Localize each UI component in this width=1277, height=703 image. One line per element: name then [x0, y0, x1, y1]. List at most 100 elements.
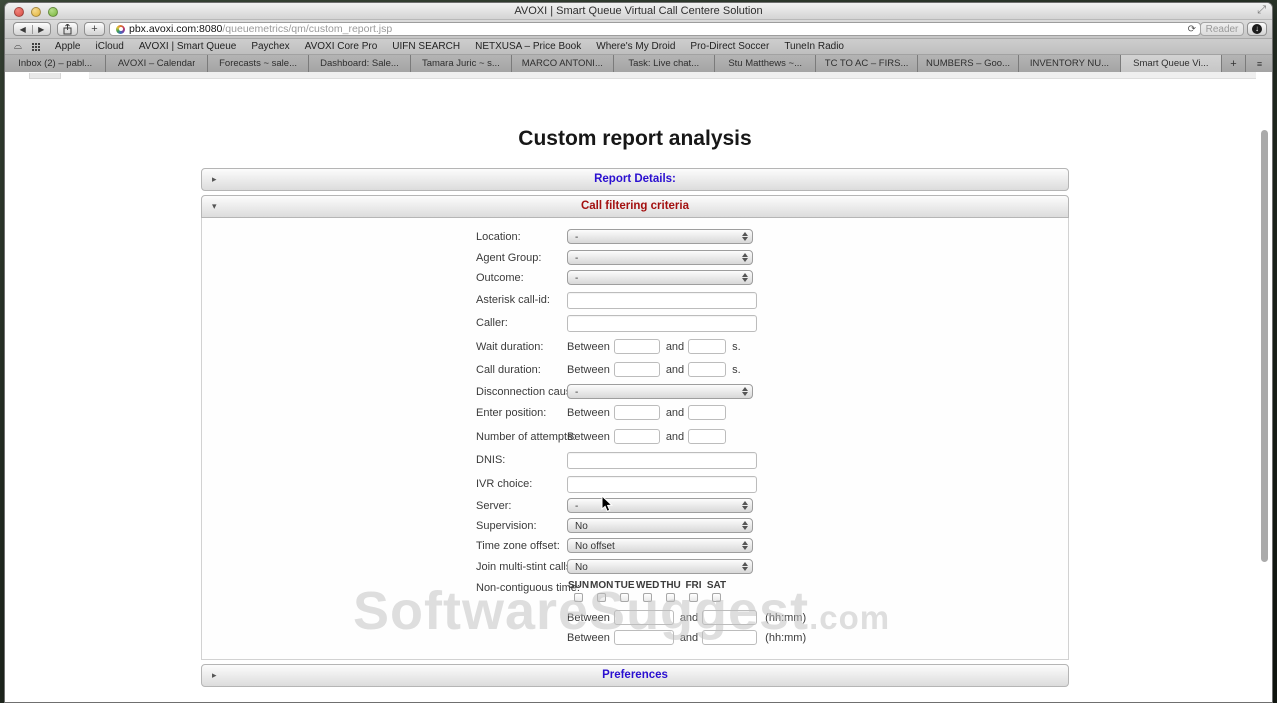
browser-tab[interactable]: Task: Live chat... — [614, 55, 715, 72]
section-header-report-details[interactable]: ▸ Report Details: — [201, 168, 1069, 191]
browser-tab[interactable]: Inbox (2) – pabl... — [5, 55, 106, 72]
dropdown-select[interactable]: No — [567, 518, 753, 533]
back-button[interactable]: ◀ — [14, 25, 33, 34]
dropdown-stepper-icon — [742, 387, 748, 396]
weekday-checkboxes — [567, 593, 728, 602]
tab-overview-button[interactable]: ≡ — [1246, 55, 1272, 72]
forward-button[interactable]: ▶ — [33, 25, 51, 34]
range-to-input[interactable] — [688, 429, 726, 444]
section-label: Call filtering criteria — [202, 200, 1068, 212]
range-from-input[interactable] — [614, 429, 660, 444]
reading-list-icon[interactable]: ⌓ — [14, 41, 22, 52]
dropdown-select[interactable]: No offset — [567, 538, 753, 553]
weekday-label: MON — [590, 580, 613, 591]
nav-buttons: ◀ ▶ — [13, 22, 51, 36]
reader-button[interactable]: Reader — [1200, 22, 1244, 36]
tab-bar: Inbox (2) – pabl... AVOXI – Calendar Forec… — [5, 55, 1272, 72]
and-label: and — [680, 632, 698, 644]
field-label: Non-contiguous time: — [476, 582, 580, 594]
field-control: - — [567, 229, 753, 244]
range-to-input[interactable] — [688, 362, 726, 377]
weekday-checkbox[interactable] — [666, 593, 675, 602]
field-label: Server: — [476, 500, 511, 512]
field-label: Asterisk call-id: — [476, 294, 550, 306]
browser-tab[interactable]: Dashboard: Sale... — [309, 55, 410, 72]
tab-label: AVOXI – Calendar — [118, 58, 195, 69]
field-label: Call duration: — [476, 364, 541, 376]
field-control: - — [567, 270, 753, 285]
range-from-input[interactable] — [614, 339, 660, 354]
weekday-checkbox[interactable] — [574, 593, 583, 602]
tab-label: Forecasts ~ sale... — [219, 58, 297, 69]
bookmark-item[interactable]: TuneIn Radio — [784, 41, 844, 52]
field-label: Outcome: — [476, 272, 524, 284]
bookmark-item[interactable]: Pro-Direct Soccer — [690, 41, 769, 52]
dropdown-select[interactable]: - — [567, 498, 753, 513]
bookmark-item[interactable]: Paychex — [251, 41, 289, 52]
text-input[interactable] — [567, 476, 757, 493]
field-control: No offset — [567, 538, 753, 553]
new-tab-toolbar-button[interactable]: + — [84, 22, 105, 36]
bookmark-item[interactable]: UIFN SEARCH — [392, 41, 460, 52]
checkbox-cell — [659, 593, 682, 602]
dropdown-select[interactable]: No — [567, 559, 753, 574]
browser-tab[interactable]: NUMBERS – Goo... — [918, 55, 1019, 72]
dropdown-select[interactable]: - — [567, 270, 753, 285]
range-to-input[interactable] — [702, 610, 757, 625]
range-from-input[interactable] — [614, 362, 660, 377]
weekday-checkbox[interactable] — [597, 593, 606, 602]
dropdown-select[interactable]: - — [567, 229, 753, 244]
bookmark-item[interactable]: Where's My Droid — [596, 41, 675, 52]
section-header-preferences[interactable]: ▸ Preferences — [201, 664, 1069, 687]
share-button[interactable] — [57, 22, 78, 36]
bookmark-item[interactable]: AVOXI | Smart Queue — [139, 41, 236, 52]
text-input[interactable] — [567, 292, 757, 309]
dropdown-value: - — [575, 232, 578, 243]
address-bar[interactable]: pbx.avoxi.com:8080 /queuemetrics/qm/cust… — [109, 22, 1201, 36]
text-input[interactable] — [567, 452, 757, 469]
browser-tab[interactable]: Smart Queue Vi... — [1121, 55, 1222, 72]
browser-tab[interactable]: Tamara Juric ~ s... — [411, 55, 512, 72]
section-header-call-filtering[interactable]: ▾ Call filtering criteria — [201, 195, 1069, 218]
bookmark-item[interactable]: AVOXI Core Pro — [305, 41, 378, 52]
text-input[interactable] — [567, 315, 757, 332]
dropdown-value: - — [575, 253, 578, 264]
range-from-input[interactable] — [614, 405, 660, 420]
tab-label: Dashboard: Sale... — [320, 58, 399, 69]
form-row: Caller: — [202, 315, 1068, 337]
tab-label: Task: Live chat... — [628, 58, 699, 69]
downloads-button[interactable]: ↓ — [1247, 22, 1267, 36]
range-from-input[interactable] — [614, 630, 674, 645]
tab-label: MARCO ANTONI... — [522, 58, 603, 69]
browser-tab[interactable]: TC TO AC – FIRS... — [816, 55, 917, 72]
bookmark-item[interactable]: iCloud — [96, 41, 124, 52]
new-tab-button[interactable]: + — [1222, 55, 1246, 72]
browser-tab[interactable]: AVOXI – Calendar — [106, 55, 207, 72]
browser-tab[interactable]: MARCO ANTONI... — [512, 55, 613, 72]
reload-icon[interactable]: ⟳ — [1188, 24, 1196, 35]
scrollbar-thumb[interactable] — [1261, 130, 1268, 562]
weekday-checkbox[interactable] — [643, 593, 652, 602]
range-to-input[interactable] — [688, 405, 726, 420]
range-to-input[interactable] — [702, 630, 757, 645]
browser-tab[interactable]: INVENTORY NU... — [1019, 55, 1120, 72]
fullscreen-icon[interactable]: ⤢ — [1257, 4, 1266, 17]
browser-tab[interactable]: Stu Matthews ~... — [715, 55, 816, 72]
bookmark-item[interactable]: Apple — [55, 41, 81, 52]
dropdown-select[interactable]: - — [567, 384, 753, 399]
field-control: Betweenand — [567, 405, 732, 420]
top-sites-icon[interactable] — [32, 43, 40, 51]
form-row: Time zone offset:No offset — [202, 538, 1068, 560]
range-to-input[interactable] — [688, 339, 726, 354]
weekday-label: TUE — [613, 580, 636, 591]
weekday-checkbox[interactable] — [620, 593, 629, 602]
form-row: DNIS: — [202, 452, 1068, 474]
bookmark-item[interactable]: NETXUSA – Price Book — [475, 41, 581, 52]
range-from-input[interactable] — [614, 610, 674, 625]
browser-tab[interactable]: Forecasts ~ sale... — [208, 55, 309, 72]
dropdown-select[interactable]: - — [567, 250, 753, 265]
weekday-checkbox[interactable] — [712, 593, 721, 602]
weekday-checkbox[interactable] — [689, 593, 698, 602]
checkbox-cell — [682, 593, 705, 602]
between-label: Between — [567, 612, 610, 624]
